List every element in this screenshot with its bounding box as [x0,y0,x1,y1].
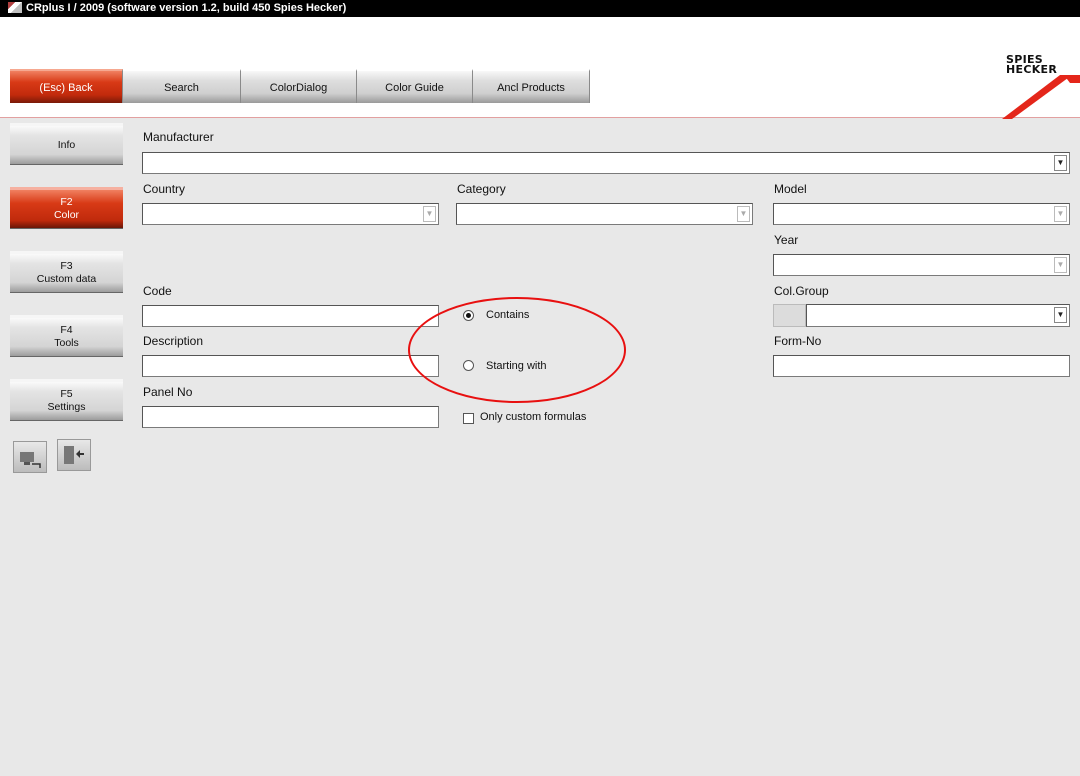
exit-door-icon[interactable] [57,439,91,471]
app-icon [8,2,22,13]
color-guide-button-label: Color Guide [385,82,444,94]
chevron-down-icon[interactable]: ▼ [1054,206,1067,222]
form-no-label: Form-No [774,334,822,348]
manufacturer-dropdown[interactable]: ▼ [142,152,1070,174]
only-custom-checkbox[interactable] [463,413,474,424]
country-dropdown[interactable]: ▼ [142,203,439,225]
chevron-down-icon[interactable]: ▼ [1054,307,1067,323]
settings-key: F5 [60,388,73,400]
form-no-input[interactable] [773,355,1070,377]
settings-label: Settings [47,401,86,413]
window-title: CRplus I / 2009 (software version 1.2, b… [26,2,347,14]
model-dropdown[interactable]: ▼ [773,203,1070,225]
color-dialog-button-label: ColorDialog [269,82,328,94]
manufacturer-label: Manufacturer [143,130,214,144]
code-input[interactable] [142,305,439,327]
ancl-products-button-label: Ancl Products [497,82,565,94]
search-button-label: Search [164,82,199,94]
col-group-dropdown[interactable]: ▼ [806,304,1070,327]
tools-key: F4 [60,324,73,336]
sidebar-color-button[interactable]: F2 Color [10,187,123,229]
back-button-label: (Esc) Back [39,82,93,94]
only-custom-label: Only custom formulas [480,411,587,423]
sidebar-settings-button[interactable]: F5 Settings [10,379,123,421]
year-label: Year [774,233,799,247]
category-dropdown[interactable]: ▼ [456,203,753,225]
back-button[interactable]: (Esc) Back [10,69,123,103]
chevron-down-icon[interactable]: ▼ [737,206,750,222]
ancl-products-button[interactable]: Ancl Products [473,69,590,103]
brand-slash-icon [1002,75,1080,119]
code-label: Code [143,284,172,298]
chevron-down-icon[interactable]: ▼ [1054,155,1067,171]
country-label: Country [143,182,186,196]
color-label: Color [53,209,80,221]
info-label: Info [57,138,76,151]
tools-label: Tools [54,337,79,349]
col-group-swatch [773,304,806,327]
brand-logo: SPIES HECKER [1006,54,1058,76]
category-label: Category [457,182,506,196]
title-bar: CRplus I / 2009 (software version 1.2, b… [0,0,1080,17]
chevron-down-icon[interactable]: ▼ [1054,257,1067,273]
logo-line2: HECKER [1006,63,1058,76]
col-group-label: Col.Group [774,284,829,298]
year-dropdown[interactable]: ▼ [773,254,1070,276]
custom-key: F3 [60,260,73,272]
description-label: Description [143,334,204,348]
sidebar-info-button[interactable]: Info [10,123,123,165]
monitor-export-icon[interactable] [13,441,47,473]
sidebar-custom-data-button[interactable]: F3 Custom data [10,251,123,293]
panel-no-label: Panel No [143,385,193,399]
description-input[interactable] [142,355,439,377]
top-toolbar: (Esc) Back Search ColorDialog Color Guid… [0,17,1080,119]
search-button[interactable]: Search [123,69,241,103]
chevron-down-icon[interactable]: ▼ [423,206,436,222]
color-key: F2 [60,196,73,208]
annotation-ellipse [408,297,626,403]
color-dialog-button[interactable]: ColorDialog [241,69,357,103]
color-guide-button[interactable]: Color Guide [357,69,473,103]
panel-no-input[interactable] [142,406,439,428]
sidebar-tools-button[interactable]: F4 Tools [10,315,123,357]
custom-label: Custom data [36,273,97,285]
model-label: Model [774,182,807,196]
